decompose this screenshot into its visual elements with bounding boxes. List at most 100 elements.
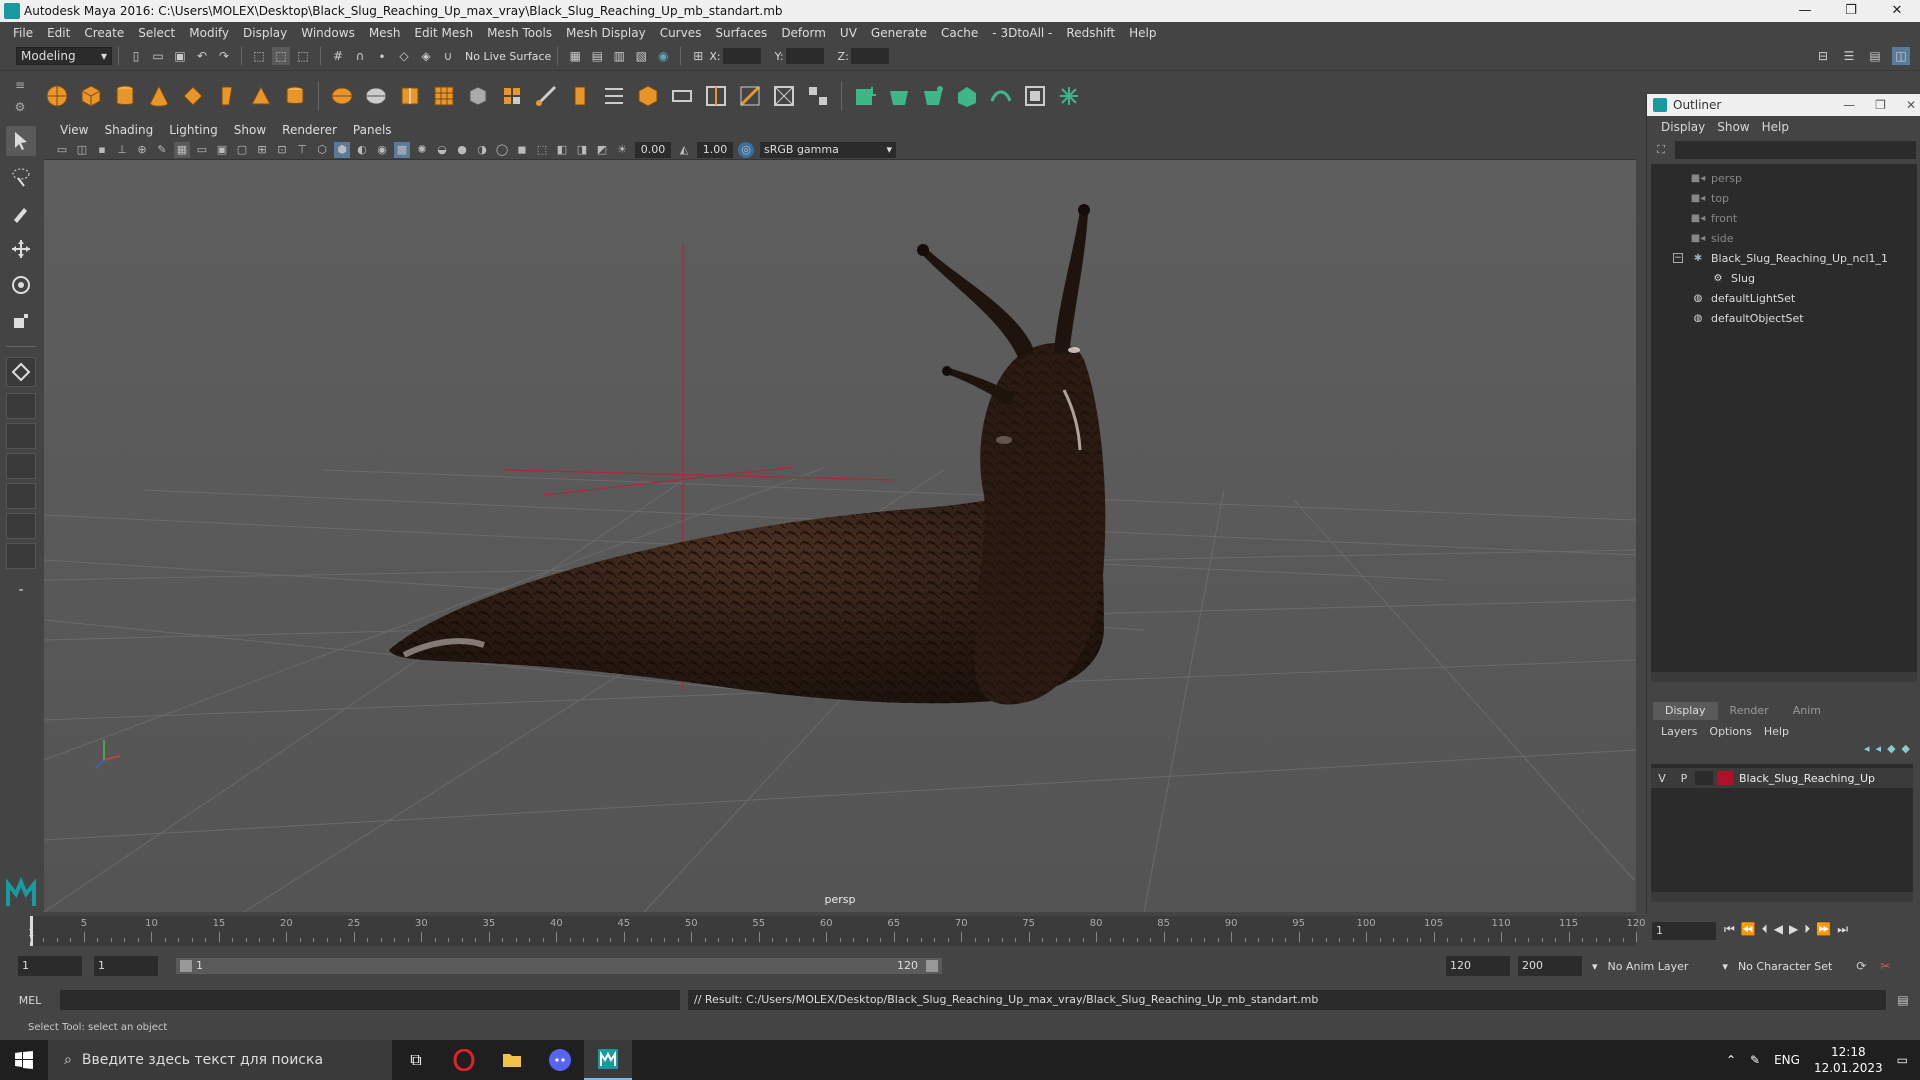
select-camera-icon[interactable]: ▭ bbox=[54, 142, 70, 158]
offset-edge-loop-icon[interactable] bbox=[736, 82, 764, 110]
menu-help[interactable]: Help bbox=[1122, 26, 1163, 40]
undo-icon[interactable]: ↶ bbox=[193, 47, 211, 65]
transform-mode-icon[interactable]: ⊞ bbox=[689, 47, 707, 65]
mode-dropdown[interactable]: Modeling ▾ bbox=[16, 47, 112, 65]
vp-menu-shading[interactable]: Shading bbox=[96, 123, 161, 137]
rotate-tool-icon[interactable] bbox=[6, 270, 36, 300]
file-explorer-icon[interactable] bbox=[488, 1040, 536, 1080]
ipr-render-icon[interactable]: ▥ bbox=[610, 47, 628, 65]
uv-editor-icon[interactable] bbox=[1021, 82, 1049, 110]
playback-range-bar[interactable]: 1 120 bbox=[176, 958, 942, 974]
menu-mesh-display[interactable]: Mesh Display bbox=[559, 26, 653, 40]
motion-blur-icon[interactable]: ◑ bbox=[474, 142, 490, 158]
menu-cache[interactable]: Cache bbox=[934, 26, 985, 40]
select-by-hierarchy-icon[interactable]: ⬚ bbox=[250, 47, 268, 65]
uv-automatic-icon[interactable] bbox=[953, 82, 981, 110]
poly-sphere-icon[interactable] bbox=[43, 82, 71, 110]
layout-uv-button[interactable] bbox=[6, 543, 36, 569]
layer-horizontal-scrollbar[interactable] bbox=[1651, 892, 1913, 902]
playback-end-field[interactable]: 120 bbox=[1446, 956, 1510, 976]
boolean-icon[interactable] bbox=[464, 82, 492, 110]
snap-curve-icon[interactable]: ∩ bbox=[351, 47, 369, 65]
outliner-search-input[interactable] bbox=[1675, 141, 1916, 159]
select-by-component-icon[interactable]: ⬚ bbox=[294, 47, 312, 65]
toolbox-collapse-icon[interactable]: - bbox=[6, 575, 36, 605]
poly-pyramid-icon[interactable] bbox=[247, 82, 275, 110]
average-vertices-icon[interactable] bbox=[498, 82, 526, 110]
menu-edit[interactable]: Edit bbox=[40, 26, 77, 40]
perspective-viewport[interactable]: persp bbox=[44, 160, 1636, 912]
outliner-minimize-button[interactable]: — bbox=[1843, 98, 1855, 112]
menu-modify[interactable]: Modify bbox=[182, 26, 236, 40]
x-coord-field[interactable] bbox=[722, 48, 761, 64]
step-forward-key-icon[interactable]: ⏩ bbox=[1816, 922, 1831, 937]
bookmark-icon[interactable]: ▪ bbox=[94, 142, 110, 158]
layer-row[interactable]: V P Black_Slug_Reaching_Up bbox=[1651, 768, 1913, 788]
smooth-icon[interactable] bbox=[430, 82, 458, 110]
gamma-field[interactable]: 1.00 bbox=[697, 141, 733, 158]
character-set-dropdown[interactable]: ▾ No Character Set bbox=[1722, 960, 1832, 973]
connect-icon[interactable] bbox=[804, 82, 832, 110]
gamma-icon[interactable]: ◭ bbox=[676, 142, 692, 158]
outliner-close-button[interactable]: ✕ bbox=[1906, 98, 1916, 112]
isolate-select-icon[interactable]: ⬚ bbox=[534, 142, 550, 158]
new-layer-icon[interactable]: ◆ bbox=[1887, 742, 1895, 762]
animation-end-field[interactable]: 200 bbox=[1518, 956, 1582, 976]
layer-menu-options[interactable]: Options bbox=[1703, 725, 1757, 738]
bevel-icon[interactable] bbox=[600, 82, 628, 110]
outliner-menu-help[interactable]: Help bbox=[1756, 120, 1795, 134]
animation-preferences-icon[interactable]: ✂ bbox=[1876, 957, 1894, 975]
uv-planar-icon[interactable] bbox=[851, 82, 879, 110]
vp-menu-panels[interactable]: Panels bbox=[345, 123, 400, 137]
menu-curves[interactable]: Curves bbox=[653, 26, 709, 40]
step-forward-frame-icon[interactable]: ⏵ bbox=[1804, 922, 1810, 937]
playback-start-field[interactable]: 1 bbox=[94, 956, 158, 976]
animation-start-field[interactable]: 1 bbox=[18, 956, 82, 976]
multi-cut-icon[interactable] bbox=[668, 82, 696, 110]
render-settings-icon[interactable]: ▧ bbox=[632, 47, 650, 65]
use-default-material-icon[interactable]: ◐ bbox=[354, 142, 370, 158]
menu-file[interactable]: File bbox=[6, 26, 40, 40]
hypershade-icon[interactable]: ◉ bbox=[654, 47, 672, 65]
poly-cylinder-icon[interactable] bbox=[111, 82, 139, 110]
view-transform-dropdown[interactable]: sRGB gamma ▾ bbox=[760, 141, 896, 158]
menu-select[interactable]: Select bbox=[131, 26, 182, 40]
exposure-icon[interactable]: ☀ bbox=[614, 142, 630, 158]
paint-select-tool-icon[interactable] bbox=[6, 198, 36, 228]
outliner-item-side[interactable]: ■◂ side bbox=[1651, 228, 1917, 248]
tab-render[interactable]: Render bbox=[1718, 702, 1781, 720]
poly-cube-icon[interactable] bbox=[77, 82, 105, 110]
close-button[interactable]: ✕ bbox=[1874, 0, 1920, 22]
step-back-key-icon[interactable]: ⏪ bbox=[1741, 922, 1756, 937]
filter-icon[interactable]: ⛶ bbox=[1653, 142, 1669, 158]
shadows-icon[interactable]: ◒ bbox=[434, 142, 450, 158]
minimize-button[interactable]: — bbox=[1782, 0, 1828, 22]
snap-grid-icon[interactable]: # bbox=[329, 47, 347, 65]
select-by-object-icon[interactable]: ⬚ bbox=[272, 47, 290, 65]
layout-persp-graph-button[interactable] bbox=[6, 453, 36, 479]
go-to-start-icon[interactable]: ⏮ bbox=[1724, 922, 1735, 937]
save-scene-icon[interactable]: ▣ bbox=[171, 47, 189, 65]
language-indicator[interactable]: ENG bbox=[1774, 1053, 1800, 1067]
separate-icon[interactable] bbox=[362, 82, 390, 110]
windows-start-icon[interactable] bbox=[0, 1040, 48, 1080]
anim-layer-dropdown[interactable]: ▾ No Anim Layer bbox=[1592, 960, 1688, 973]
step-back-frame-icon[interactable]: ⏴ bbox=[1762, 922, 1768, 937]
taskbar-search-box[interactable]: ⌕ Введите здесь текст для поиска bbox=[48, 1040, 392, 1080]
poly-cone-icon[interactable] bbox=[145, 82, 173, 110]
field-chart-icon[interactable]: ⊞ bbox=[254, 142, 270, 158]
time-slider-track[interactable]: 1 5 10 15 20 25 30 35 40 45 50 55 60 65 70 75 80 85 90 95 1… bbox=[28, 916, 1646, 946]
layout-persp-outliner-button[interactable] bbox=[6, 483, 36, 509]
snap-live-icon[interactable]: ◈ bbox=[417, 47, 435, 65]
modeling-toolkit-icon[interactable]: ⊟ bbox=[1814, 47, 1832, 65]
poly-plane-icon[interactable] bbox=[179, 82, 207, 110]
go-to-end-icon[interactable]: ⏭ bbox=[1837, 922, 1848, 937]
menu-deform[interactable]: Deform bbox=[774, 26, 833, 40]
tab-display[interactable]: Display bbox=[1653, 702, 1718, 720]
current-frame-field[interactable]: 1 bbox=[1652, 922, 1716, 940]
menu-windows[interactable]: Windows bbox=[294, 26, 362, 40]
outliner-item-default-light-set[interactable]: ◍ defaultLightSet bbox=[1651, 288, 1917, 308]
vp-menu-show[interactable]: Show bbox=[226, 123, 274, 137]
safe-title-icon[interactable]: ⊤ bbox=[294, 142, 310, 158]
image-plane-icon[interactable]: ⊥ bbox=[114, 142, 130, 158]
